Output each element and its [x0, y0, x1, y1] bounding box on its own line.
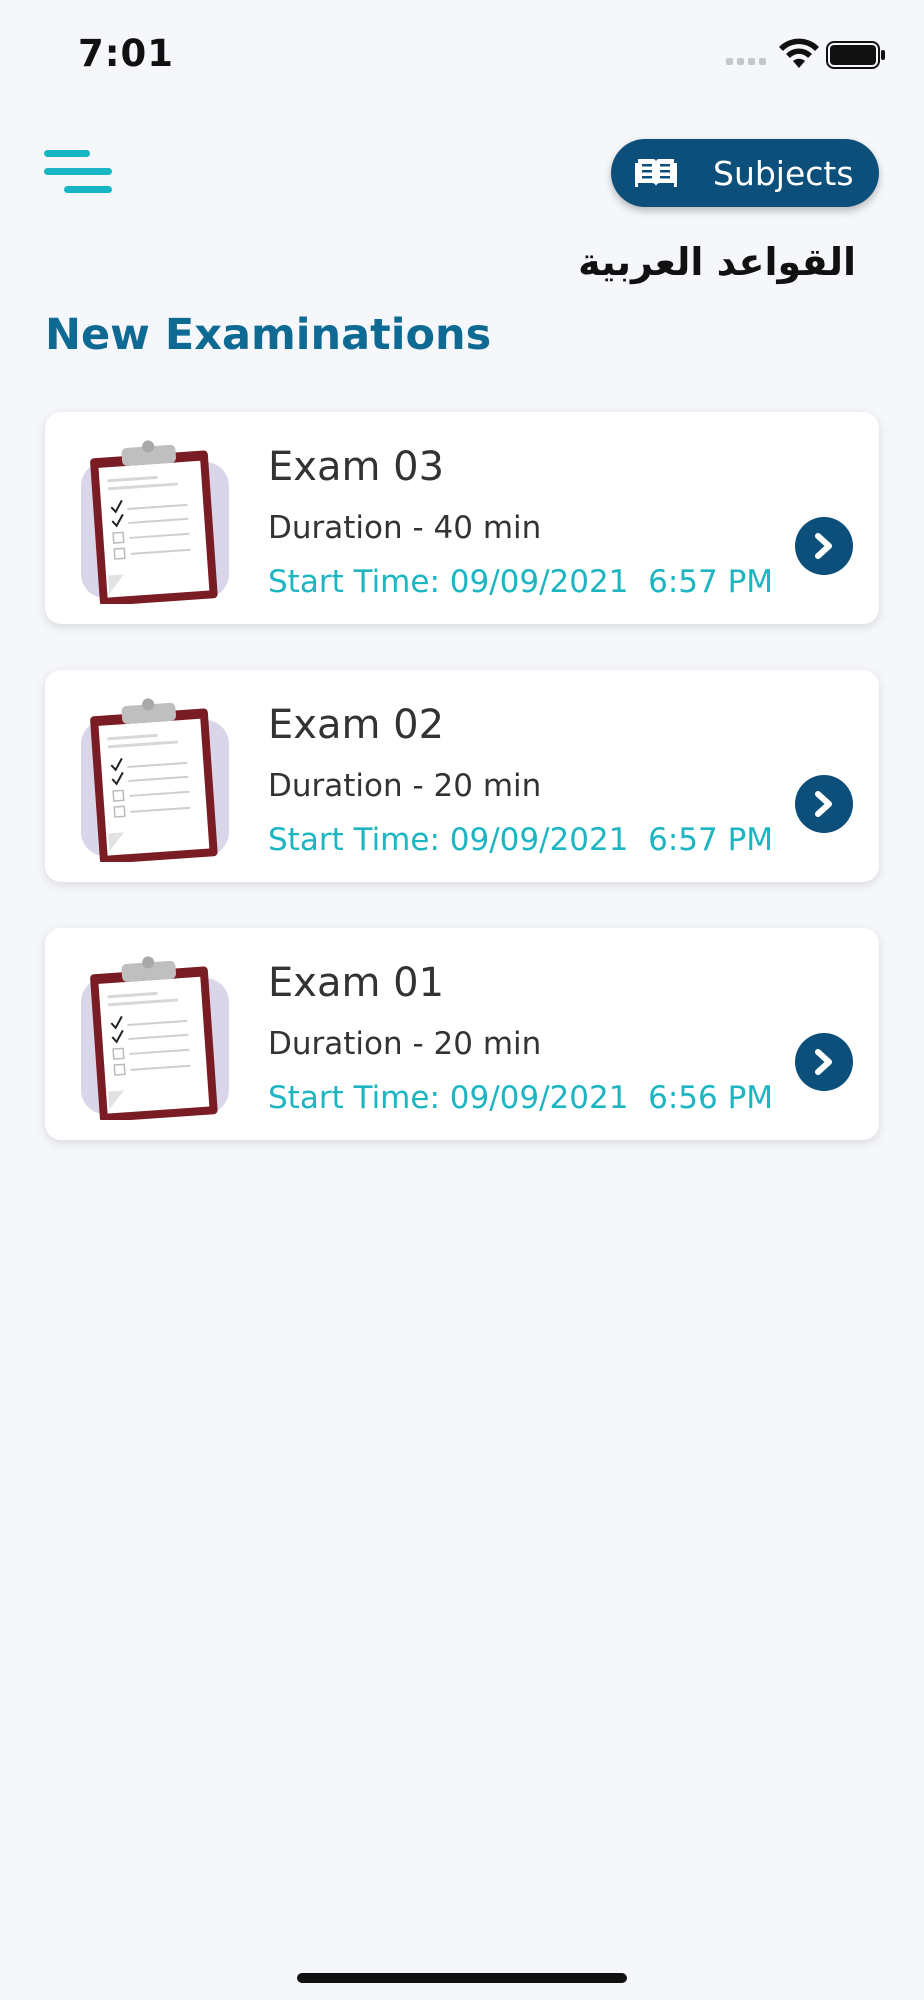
exam-card[interactable]: Exam 01 Duration - 20 min Start Time: 09… [45, 928, 879, 1140]
chevron-right-icon [815, 1049, 832, 1075]
exam-start-time: Start Time: 09/09/2021 6:56 PM [268, 1080, 774, 1116]
exam-list: Exam 03 Duration - 40 min Start Time: 09… [45, 412, 879, 1186]
clipboard-icon [81, 440, 229, 604]
chevron-right-icon [815, 533, 832, 559]
wifi-icon [779, 38, 819, 68]
status-time: 7:01 [78, 32, 175, 75]
exam-name: Exam 01 [268, 960, 445, 1006]
section-title: New Examinations [45, 310, 492, 360]
status-bar: 7:01 [0, 0, 924, 110]
exam-start-time: Start Time: 09/09/2021 6:57 PM [268, 822, 774, 858]
open-exam-button[interactable] [795, 775, 853, 833]
subjects-button-label: Subjects [713, 154, 854, 193]
exam-start-time: Start Time: 09/09/2021 6:57 PM [268, 564, 774, 600]
exam-name: Exam 02 [268, 702, 445, 748]
subject-title: القواعد العربية [578, 240, 856, 284]
exam-card[interactable]: Exam 03 Duration - 40 min Start Time: 09… [45, 412, 879, 624]
exam-name: Exam 03 [268, 444, 445, 490]
chevron-right-icon [815, 791, 832, 817]
hamburger-menu-icon [44, 150, 90, 157]
exam-duration: Duration - 20 min [268, 1026, 542, 1062]
cellular-signal-icon [726, 58, 766, 65]
exam-duration: Duration - 20 min [268, 768, 542, 804]
book-icon [635, 159, 677, 187]
home-indicator [297, 1973, 627, 1983]
clipboard-icon [81, 956, 229, 1120]
exam-duration: Duration - 40 min [268, 510, 542, 546]
battery-icon [826, 41, 885, 69]
exam-card[interactable]: Exam 02 Duration - 20 min Start Time: 09… [45, 670, 879, 882]
subjects-button[interactable]: Subjects [611, 139, 879, 207]
menu-button[interactable] [44, 148, 112, 198]
open-exam-button[interactable] [795, 1033, 853, 1091]
clipboard-icon [81, 698, 229, 862]
open-exam-button[interactable] [795, 517, 853, 575]
